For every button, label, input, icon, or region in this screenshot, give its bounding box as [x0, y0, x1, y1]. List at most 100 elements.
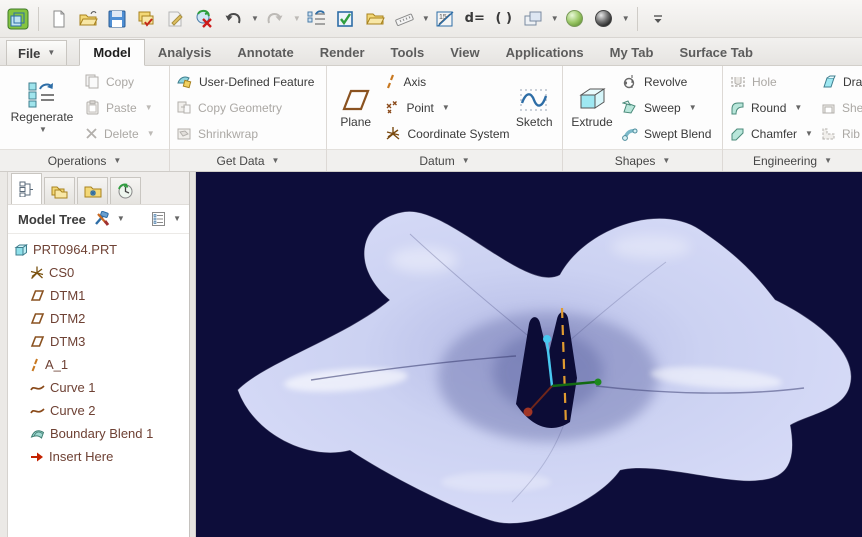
regenerate-list-button[interactable]	[304, 5, 330, 33]
percent-calc-button[interactable]: 15	[433, 5, 459, 33]
3d-viewport[interactable]	[196, 172, 862, 537]
tree-tools-icon[interactable]	[93, 211, 110, 227]
appearance-ball-green-button[interactable]	[562, 5, 588, 33]
save-file-button[interactable]	[104, 5, 130, 33]
creo-logo-icon[interactable]	[5, 5, 31, 33]
redo-dropdown-arrow[interactable]: ▼	[293, 15, 301, 23]
folder-browser-tab[interactable]	[44, 177, 75, 204]
tree-item-dtm1[interactable]: DTM1	[14, 284, 189, 307]
user-defined-feature-label: User-Defined Feature	[199, 75, 314, 89]
tree-tools-dropdown-arrow[interactable]: ▼	[117, 215, 125, 223]
sweep-icon	[622, 100, 638, 115]
toolbar-separator	[637, 7, 638, 31]
engineering-group-label[interactable]: Engineering ▼	[723, 149, 862, 171]
open-folder-button[interactable]	[362, 5, 388, 33]
tree-item-cs0[interactable]: CS0	[14, 261, 189, 284]
appearance-ball-dark-button[interactable]	[591, 5, 617, 33]
shell-icon	[821, 101, 836, 115]
sweep-button[interactable]: Sweep ▼	[618, 95, 715, 121]
undo-button[interactable]	[220, 5, 246, 33]
draft-label: Draft	[843, 75, 862, 89]
round-button[interactable]: Round ▼	[726, 95, 817, 121]
model-tree: PRT0964.PRT CS0 DTM1 DTM2 DTM3 A_1	[8, 234, 189, 537]
tree-item-a1[interactable]: A_1	[14, 353, 189, 376]
tree-item-label: Boundary Blend 1	[50, 426, 153, 441]
tree-item-part[interactable]: PRT0964.PRT	[14, 238, 189, 261]
delete-label: Delete	[104, 127, 139, 141]
delete-button[interactable]: Delete ▼	[81, 121, 159, 147]
extrude-button[interactable]: Extrude	[566, 68, 618, 147]
user-defined-feature-button[interactable]: User-Defined Feature	[173, 69, 318, 95]
tree-settings-icon[interactable]	[151, 211, 166, 227]
tree-item-label: DTM1	[50, 288, 85, 303]
point-button[interactable]: Point ▼	[381, 95, 509, 121]
shrinkwrap-button[interactable]: Shrinkwrap	[173, 121, 318, 147]
tab-render[interactable]: Render	[307, 40, 378, 65]
tab-tools[interactable]: Tools	[378, 40, 438, 65]
regenerate-button[interactable]: Regenerate ▼	[3, 68, 81, 147]
measure-dropdown-arrow[interactable]: ▼	[422, 15, 430, 23]
extrude-icon	[576, 86, 608, 113]
get-data-group-label[interactable]: Get Data ▼	[170, 149, 326, 171]
shapes-group-arrow: ▼	[662, 157, 670, 165]
operations-group-label[interactable]: Operations ▼	[0, 149, 169, 171]
tab-model[interactable]: Model	[79, 39, 145, 66]
rib-button[interactable]: Rib	[817, 121, 862, 147]
plane-button[interactable]: Plane	[330, 68, 381, 147]
open-file-button[interactable]	[75, 5, 101, 33]
hole-button[interactable]: Hole	[726, 69, 817, 95]
switch-windows-button[interactable]	[520, 5, 546, 33]
quick-access-toolbar: ▼ ▼ ▼ 15 d= ( ) ▼ ▼	[0, 0, 862, 38]
draft-button[interactable]: Draft	[817, 69, 862, 95]
tab-annotate[interactable]: Annotate	[224, 40, 306, 65]
tree-item-curve2[interactable]: Curve 2	[14, 399, 189, 422]
tree-item-curve1[interactable]: Curve 1	[14, 376, 189, 399]
revolve-button[interactable]: Revolve	[618, 69, 715, 95]
tree-item-boundary-blend[interactable]: Boundary Blend 1	[14, 422, 189, 445]
swept-blend-button[interactable]: Swept Blend	[618, 121, 715, 147]
measure-button[interactable]	[391, 5, 417, 33]
appearance-dropdown-arrow[interactable]: ▼	[622, 15, 630, 23]
regenerate-label: Regenerate	[11, 110, 74, 124]
file-menu-label: File	[18, 46, 40, 61]
toolbar-overflow-button[interactable]	[645, 5, 671, 33]
tab-my-tab[interactable]: My Tab	[597, 40, 667, 65]
sketch-button[interactable]: Sketch	[509, 68, 559, 147]
datum-group-label-text: Datum	[419, 154, 454, 168]
copy-button[interactable]: Copy	[81, 69, 159, 95]
coordinate-system-label: Coordinate System	[407, 127, 509, 141]
chamfer-button[interactable]: Chamfer ▼	[726, 121, 817, 147]
shapes-group-label[interactable]: Shapes ▼	[563, 149, 722, 171]
tree-settings-dropdown-arrow[interactable]: ▼	[173, 215, 181, 223]
verify-button[interactable]	[333, 5, 359, 33]
model-tree-tab[interactable]	[11, 173, 42, 204]
undo-dropdown-arrow[interactable]: ▼	[251, 15, 259, 23]
paste-button[interactable]: Paste ▼	[81, 95, 159, 121]
save-as-button[interactable]	[133, 5, 159, 33]
tab-view[interactable]: View	[437, 40, 492, 65]
parameters-button[interactable]: ( )	[491, 5, 517, 33]
tree-item-insert-here[interactable]: Insert Here	[14, 445, 189, 468]
navigator-collapse-strip[interactable]	[0, 172, 8, 537]
erase-not-displayed-button[interactable]	[191, 5, 217, 33]
redo-button[interactable]	[262, 5, 288, 33]
tree-item-dtm2[interactable]: DTM2	[14, 307, 189, 330]
coordinate-system-button[interactable]: Coordinate System	[381, 121, 509, 147]
tree-item-dtm3[interactable]: DTM3	[14, 330, 189, 353]
new-file-button[interactable]	[46, 5, 72, 33]
edit-disabled-button[interactable]	[162, 5, 188, 33]
relations-button[interactable]: d=	[462, 5, 488, 33]
get-data-group-label-text: Get Data	[217, 154, 265, 168]
copy-geometry-button[interactable]: Copy Geometry	[173, 95, 318, 121]
favorites-tab[interactable]	[77, 177, 108, 204]
axis-button[interactable]: Axis	[381, 69, 509, 95]
history-tab[interactable]	[110, 177, 141, 204]
file-menu-button[interactable]: File ▼	[6, 40, 67, 65]
shell-button[interactable]: Shell	[817, 95, 862, 121]
ribbon-group-operations: Regenerate ▼ Copy Paste ▼ Delete ▼	[0, 66, 170, 171]
tab-analysis[interactable]: Analysis	[145, 40, 224, 65]
datum-group-label[interactable]: Datum ▼	[327, 149, 562, 171]
tab-surface-tab[interactable]: Surface Tab	[666, 40, 765, 65]
switch-windows-dropdown-arrow[interactable]: ▼	[551, 15, 559, 23]
tab-applications[interactable]: Applications	[493, 40, 597, 65]
